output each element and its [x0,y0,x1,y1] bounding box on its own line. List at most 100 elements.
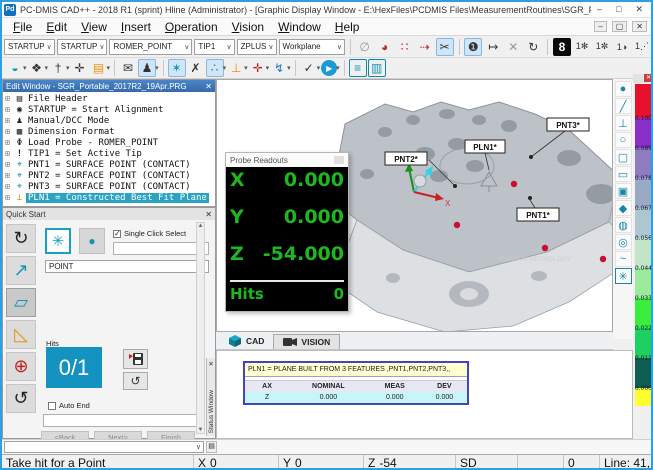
menu-file[interactable]: File [6,19,39,35]
expander-icon[interactable]: ⊞ [5,182,14,191]
close-icon[interactable]: ✕ [205,210,212,219]
single-click-select-checkbox[interactable]: Single Click Select [113,229,186,238]
ruler-icon[interactable]: ▱ [6,288,36,317]
tab-vision[interactable]: VISION [273,334,340,349]
round-slot-feature-icon[interactable]: ▢ [615,149,632,165]
maximize-button[interactable]: □ [616,4,621,15]
vector-lightning-icon[interactable]: ↯ [270,59,288,77]
tab-cad[interactable]: CAD [220,332,273,349]
expander-icon[interactable]: ⊞ [5,127,14,136]
rotate-d-icon[interactable]: ↻ [524,38,542,56]
feature-name-input[interactable] [113,242,209,255]
probe-combo[interactable]: ROMER_POINT∨ [109,39,192,55]
move-icon[interactable]: ✛ [71,59,89,77]
probe-8-icon[interactable]: 8 [553,38,571,56]
workplane-combo[interactable]: Workplane∨ [279,39,345,55]
feature-label-pnt3[interactable]: PNT3* [547,118,589,131]
mdi-minimize-button[interactable]: – [594,21,606,32]
expander-icon[interactable]: ⊞ [5,171,14,180]
color-scale-titlebar[interactable]: ✕ [633,74,653,83]
tree-row-selected[interactable]: ⊞⊥PLN1 = Constructed Best Fit Plane [5,192,215,203]
operator-icon[interactable]: ♟ [138,59,156,77]
menu-operation[interactable]: Operation [158,19,225,35]
rotate-icon[interactable]: ↺ [6,384,36,413]
alignment2-combo[interactable]: STARTUP∨ [57,39,108,55]
point-feature-icon[interactable]: ● [615,81,632,97]
probe-analyze-icon[interactable]: ◕ [376,38,394,56]
circle-feature-icon[interactable]: ○ [615,132,632,148]
plane-feature-icon[interactable]: ⊥ [615,115,632,131]
probe-readouts-titlebar[interactable]: Probe Readouts [226,153,348,167]
feature-label-pnt2[interactable]: PNT2* [385,152,427,165]
plane-feature-icon[interactable]: ⊥ [227,59,245,77]
quick-start-titlebar[interactable]: Quick Start ✕ [3,208,215,220]
expander-icon[interactable]: ⊞ [5,193,14,202]
point-snowflake-icon[interactable]: 1✻ [573,38,591,56]
wand-icon[interactable]: ✶ [168,59,186,77]
menu-insert[interactable]: Insert [114,19,158,35]
feature-label-pnt1[interactable]: PNT1* [517,208,559,221]
tree-row[interactable]: ⊞!TIP1 = Set Active Tip [5,148,215,159]
tree-row[interactable]: ⊞⌖PNT2 = SURFACE POINT (CONTACT) [5,170,215,181]
measure-mode-icon[interactable]: ↻ [6,224,36,253]
angle-icon[interactable]: ◺ [6,320,36,349]
check-icon[interactable]: ✓ [300,59,318,77]
feature-type-combo[interactable]: POINT ∨ [45,260,209,273]
square-slot-feature-icon[interactable]: ▭ [615,166,632,182]
menu-help[interactable]: Help [328,19,367,35]
point-ball-icon[interactable]: 1◑ [613,38,631,56]
alignment-combo[interactable]: STARTUP∨ [4,39,55,55]
lobing-icon[interactable]: ∷ [396,38,414,56]
view-cube-icon[interactable]: ❖ [28,59,46,77]
scan-points-icon[interactable]: ⇢ [416,38,434,56]
tree-row[interactable]: ⊞ΦLoad Probe - ROMER_POINT [5,137,215,148]
close-icon[interactable]: ✕ [208,360,213,368]
alignment-crosshair-icon[interactable]: ✛ [249,59,267,77]
save-hit-button[interactable] [123,349,148,369]
menu-edit[interactable]: Edit [39,19,74,35]
vector-arrow-icon[interactable]: ↗ [6,256,36,285]
play-icon[interactable]: ▶ [321,60,337,76]
minimize-button[interactable]: – [597,4,602,15]
status-window-tab[interactable]: ✕ Status Window [206,358,215,436]
checkbox-unchecked-icon[interactable] [48,402,56,410]
graphic-display-window[interactable]: HEXAGON METROLOGY X PNT2* [216,79,613,332]
auto-feature-icon[interactable]: ∴ [206,59,224,77]
report-window-icon[interactable]: ≡ [349,59,367,77]
report-file-icon[interactable]: ▤ [90,59,108,77]
tree-row[interactable]: ⊞▤File Header [5,93,215,104]
expander-icon[interactable]: ⊞ [5,105,14,114]
expander-icon[interactable]: ⊞ [5,116,14,125]
curve-feature-icon[interactable]: ~ [615,251,632,267]
point-forward-icon[interactable]: ↦ [484,38,502,56]
checkbox-checked-icon[interactable] [113,230,121,238]
probe-sphere-icon[interactable]: ◒ [6,59,24,77]
scroll-down-icon[interactable]: ▼ [198,427,204,433]
feature-label-pln1[interactable]: PLN1* [465,140,505,153]
tree-row[interactable]: ⊞▦Dimension Format [5,126,215,137]
command-input[interactable] [43,414,201,427]
expander-icon[interactable]: ⊞ [5,160,14,169]
single-point-mode-icon[interactable]: ❶ [464,38,482,56]
tree-row[interactable]: ⊞♟Manual/DCC Mode [5,115,215,126]
workplane-axis-combo[interactable]: ZPLUS∨ [237,39,277,55]
comment-icon[interactable]: ✉ [119,59,137,77]
close-icon[interactable]: ✕ [644,74,653,82]
auto-end-checkbox[interactable]: Auto End [48,401,90,410]
cylinder-feature-icon[interactable]: ▣ [615,183,632,199]
expander-icon[interactable]: ⊞ [5,149,14,158]
menu-vision[interactable]: Vision [225,19,271,35]
close-icon[interactable]: ✕ [205,82,212,91]
stylus-icon[interactable]: † [49,59,67,77]
mdi-close-button[interactable]: ✕ [632,21,647,32]
tree-row[interactable]: ⊞◉STARTUP = Start Alignment [5,104,215,115]
stats-window-icon[interactable]: ▥ [368,59,386,77]
edit-window-titlebar[interactable]: Edit Window - SGR_Portable_2017R2_19Apr.… [3,80,215,92]
cut-scan-icon[interactable]: ✂ [436,38,454,56]
target-icon[interactable]: ⊕ [6,352,36,381]
expander-icon[interactable]: ⊞ [5,94,14,103]
mdi-restore-button[interactable]: ▢ [612,21,628,32]
undo-hit-button[interactable]: ↺ [123,372,148,390]
menu-window[interactable]: Window [271,19,328,35]
menu-view[interactable]: View [74,19,114,35]
